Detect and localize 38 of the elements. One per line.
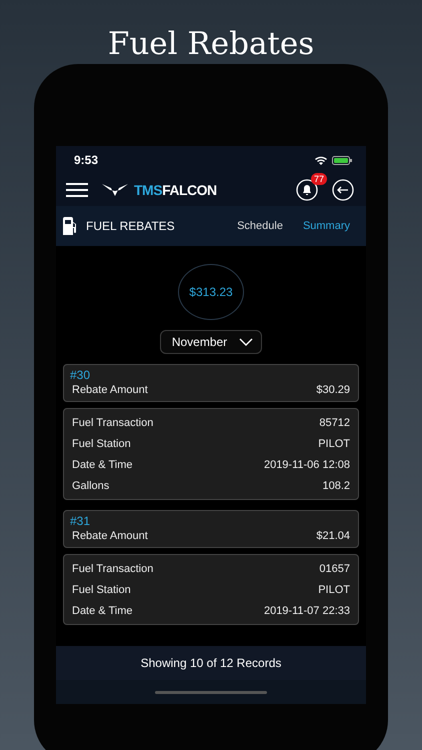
total-amount: $313.23 bbox=[178, 264, 244, 320]
field-value: $30.29 bbox=[316, 384, 350, 396]
field-label: Gallons bbox=[72, 480, 110, 492]
brand-name: TMS bbox=[134, 182, 162, 198]
field-value: 2019-11-07 22:33 bbox=[264, 604, 350, 616]
field-label: Rebate Amount bbox=[72, 530, 148, 542]
field-label: Date & Time bbox=[72, 458, 133, 470]
fuel-pump-icon bbox=[62, 217, 78, 235]
notification-badge: 77 bbox=[310, 173, 327, 185]
field-value: PILOT bbox=[318, 438, 350, 450]
field-value: $21.04 bbox=[316, 530, 350, 542]
field-label: Fuel Station bbox=[72, 438, 131, 450]
brand-name: FALCON bbox=[162, 182, 217, 198]
field-value: 108.2 bbox=[322, 480, 350, 492]
section-title: FUEL REBATES bbox=[86, 219, 176, 233]
field-value: 85712 bbox=[319, 416, 350, 428]
month-dropdown[interactable]: November bbox=[160, 330, 262, 354]
battery-icon bbox=[332, 156, 352, 164]
status-time: 9:53 bbox=[74, 153, 98, 167]
field-label: Rebate Amount bbox=[72, 384, 148, 396]
field-value: 2019-11-06 12:08 bbox=[264, 458, 350, 470]
chevron-down-icon bbox=[239, 338, 254, 346]
menu-icon[interactable] bbox=[66, 183, 88, 197]
field-label: Fuel Transaction bbox=[72, 416, 154, 428]
field-value: 01657 bbox=[319, 562, 350, 574]
record-number: #31 bbox=[70, 514, 92, 528]
tab[interactable]: Schedule bbox=[231, 216, 289, 236]
field-label: Date & Time bbox=[72, 604, 133, 616]
back-icon[interactable] bbox=[332, 179, 354, 201]
bird-logo-icon bbox=[102, 184, 128, 196]
page-headline: Fuel Rebates bbox=[108, 25, 314, 64]
field-label: Fuel Transaction bbox=[72, 562, 154, 574]
field-label: Fuel Station bbox=[72, 584, 131, 596]
records-count: Showing 10 of 12 Records bbox=[140, 656, 282, 670]
record-number: #30 bbox=[70, 368, 92, 382]
wifi-icon bbox=[315, 156, 327, 164]
tab[interactable]: Summary bbox=[296, 216, 356, 236]
field-value: PILOT bbox=[318, 584, 350, 596]
